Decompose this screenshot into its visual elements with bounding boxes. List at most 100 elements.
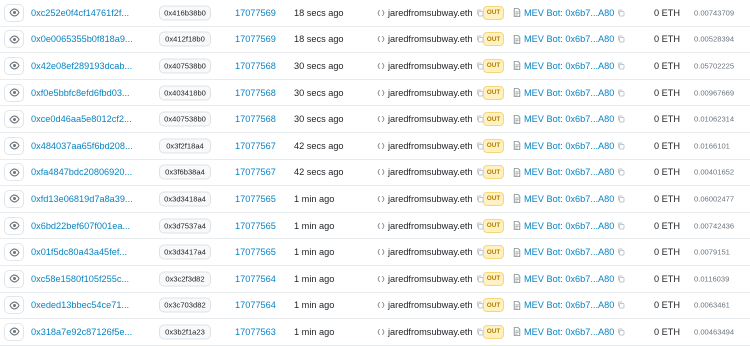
view-details-button[interactable] [4, 110, 24, 129]
to-name-link[interactable]: MEV Bot: 0x6b7...A80 [524, 141, 614, 151]
tx-hash-link[interactable]: 0x6bd22bef607f001ea... [31, 221, 130, 231]
block-number-link[interactable]: 17077569 [235, 8, 276, 18]
copy-icon[interactable] [617, 195, 625, 203]
to-name-link[interactable]: MEV Bot: 0x6b7...A80 [524, 194, 614, 204]
copy-icon[interactable] [617, 168, 625, 176]
view-details-button[interactable] [4, 296, 24, 315]
to-name-link[interactable]: MEV Bot: 0x6b7...A80 [524, 88, 614, 98]
tx-fee: 0.00742436 [694, 221, 735, 231]
contract-icon [377, 275, 385, 282]
tx-value: 0 ETH [654, 87, 681, 98]
from-address: jaredfromsubway.eth [377, 8, 484, 18]
tx-hash-link[interactable]: 0xce0d46aa5e8012cf2... [31, 114, 132, 124]
from-name-link[interactable]: jaredfromsubway.eth [388, 194, 473, 204]
view-details-button[interactable] [4, 3, 24, 22]
view-details-button[interactable] [4, 136, 24, 155]
copy-icon[interactable] [617, 62, 625, 70]
block-number-link[interactable]: 17077567 [235, 141, 276, 151]
copy-icon[interactable] [617, 35, 625, 43]
view-details-button[interactable] [4, 30, 24, 49]
to-name-link[interactable]: MEV Bot: 0x6b7...A80 [524, 247, 614, 257]
copy-icon[interactable] [617, 115, 625, 123]
tx-hash-link[interactable]: 0xeded13bbec54ce71... [31, 300, 129, 310]
contract-icon [377, 222, 385, 229]
to-name-link[interactable]: MEV Bot: 0x6b7...A80 [524, 327, 614, 337]
block-number-link[interactable]: 17077564 [235, 274, 276, 284]
tx-hash-link[interactable]: 0xf0e5bbfc8efd6fbd03... [31, 88, 130, 98]
tx-hash-link[interactable]: 0x42e08ef289193dcab... [31, 61, 132, 71]
table-row: 0x318a7e92c87126f5e... 0x3b2f1a23 170775… [0, 319, 750, 346]
direction-badge: OUT [483, 245, 504, 260]
tx-fee: 0.0116039 [694, 274, 730, 284]
block-number-link[interactable]: 17077567 [235, 167, 276, 177]
block-number-link[interactable]: 17077565 [235, 221, 276, 231]
to-name-link[interactable]: MEV Bot: 0x6b7...A80 [524, 61, 614, 71]
from-name-link[interactable]: jaredfromsubway.eth [388, 221, 473, 231]
copy-icon[interactable] [617, 142, 625, 150]
copy-icon[interactable] [617, 9, 625, 17]
to-address: MEV Bot: 0x6b7...A80 [513, 61, 625, 71]
block-number-link[interactable]: 17077568 [235, 61, 276, 71]
tx-hash-link[interactable]: 0x484037aa65f6bd208... [31, 141, 133, 151]
view-details-button[interactable] [4, 56, 24, 75]
to-name-link[interactable]: MEV Bot: 0x6b7...A80 [524, 167, 614, 177]
to-name-link[interactable]: MEV Bot: 0x6b7...A80 [524, 34, 614, 44]
block-number-link[interactable]: 17077568 [235, 114, 276, 124]
view-details-button[interactable] [4, 216, 24, 235]
contract-icon [377, 169, 385, 176]
from-name-link[interactable]: jaredfromsubway.eth [388, 88, 473, 98]
to-name-link[interactable]: MEV Bot: 0x6b7...A80 [524, 300, 614, 310]
block-number-link[interactable]: 17077569 [235, 34, 276, 44]
tx-hash-link[interactable]: 0xc58e1580f105f255c... [31, 274, 129, 284]
to-name-link[interactable]: MEV Bot: 0x6b7...A80 [524, 114, 614, 124]
tx-age: 42 secs ago [294, 140, 344, 151]
eye-icon [8, 248, 20, 257]
block-number-link[interactable]: 17077565 [235, 194, 276, 204]
tx-hash-link[interactable]: 0xfd13e06819d7a8a39... [31, 194, 133, 204]
from-name-link[interactable]: jaredfromsubway.eth [388, 61, 473, 71]
table-row: 0xce0d46aa5e8012cf2... 0x407538b0 170775… [0, 106, 750, 133]
copy-icon[interactable] [617, 328, 625, 336]
block-number-link[interactable]: 17077568 [235, 88, 276, 98]
from-name-link[interactable]: jaredfromsubway.eth [388, 8, 473, 18]
block-number-link[interactable]: 17077564 [235, 300, 276, 310]
to-name-link[interactable]: MEV Bot: 0x6b7...A80 [524, 274, 614, 284]
view-details-button[interactable] [4, 322, 24, 341]
direction-badge: OUT [483, 138, 504, 153]
document-icon [513, 194, 521, 204]
view-details-button[interactable] [4, 269, 24, 288]
tx-hash-link[interactable]: 0xc252e0f4cf14761f2f... [31, 8, 129, 18]
copy-icon[interactable] [617, 275, 625, 283]
from-name-link[interactable]: jaredfromsubway.eth [388, 114, 473, 124]
tx-hash-link[interactable]: 0x01f5dc80a43a45fef... [31, 247, 127, 257]
from-name-link[interactable]: jaredfromsubway.eth [388, 167, 473, 177]
from-name-link[interactable]: jaredfromsubway.eth [388, 300, 473, 310]
block-number-link[interactable]: 17077563 [235, 327, 276, 337]
copy-icon[interactable] [617, 222, 625, 230]
tx-fee: 0.06002477 [694, 194, 735, 204]
block-number-link[interactable]: 17077565 [235, 247, 276, 257]
copy-icon[interactable] [617, 89, 625, 97]
view-details-button[interactable] [4, 83, 24, 102]
from-name-link[interactable]: jaredfromsubway.eth [388, 247, 473, 257]
copy-icon[interactable] [617, 301, 625, 309]
method-badge: 0x3d3418a4 [159, 191, 211, 207]
view-details-button[interactable] [4, 163, 24, 182]
tx-hash-link[interactable]: 0x0e0065355b0f818a9... [31, 34, 133, 44]
to-name-link[interactable]: MEV Bot: 0x6b7...A80 [524, 221, 614, 231]
from-name-link[interactable]: jaredfromsubway.eth [388, 327, 473, 337]
from-address: jaredfromsubway.eth [377, 221, 484, 231]
direction-badge: OUT [483, 324, 504, 339]
tx-hash-link[interactable]: 0xfa4847bdc20806920... [31, 167, 132, 177]
view-details-button[interactable] [4, 189, 24, 208]
view-details-button[interactable] [4, 243, 24, 262]
from-name-link[interactable]: jaredfromsubway.eth [388, 274, 473, 284]
to-name-link[interactable]: MEV Bot: 0x6b7...A80 [524, 8, 614, 18]
from-name-link[interactable]: jaredfromsubway.eth [388, 141, 473, 151]
copy-icon[interactable] [617, 248, 625, 256]
tx-hash-link[interactable]: 0x318a7e92c87126f5e... [31, 327, 132, 337]
contract-icon [377, 115, 385, 123]
from-address: jaredfromsubway.eth [377, 327, 484, 337]
from-name-link[interactable]: jaredfromsubway.eth [388, 34, 473, 44]
eye-icon [8, 88, 20, 97]
